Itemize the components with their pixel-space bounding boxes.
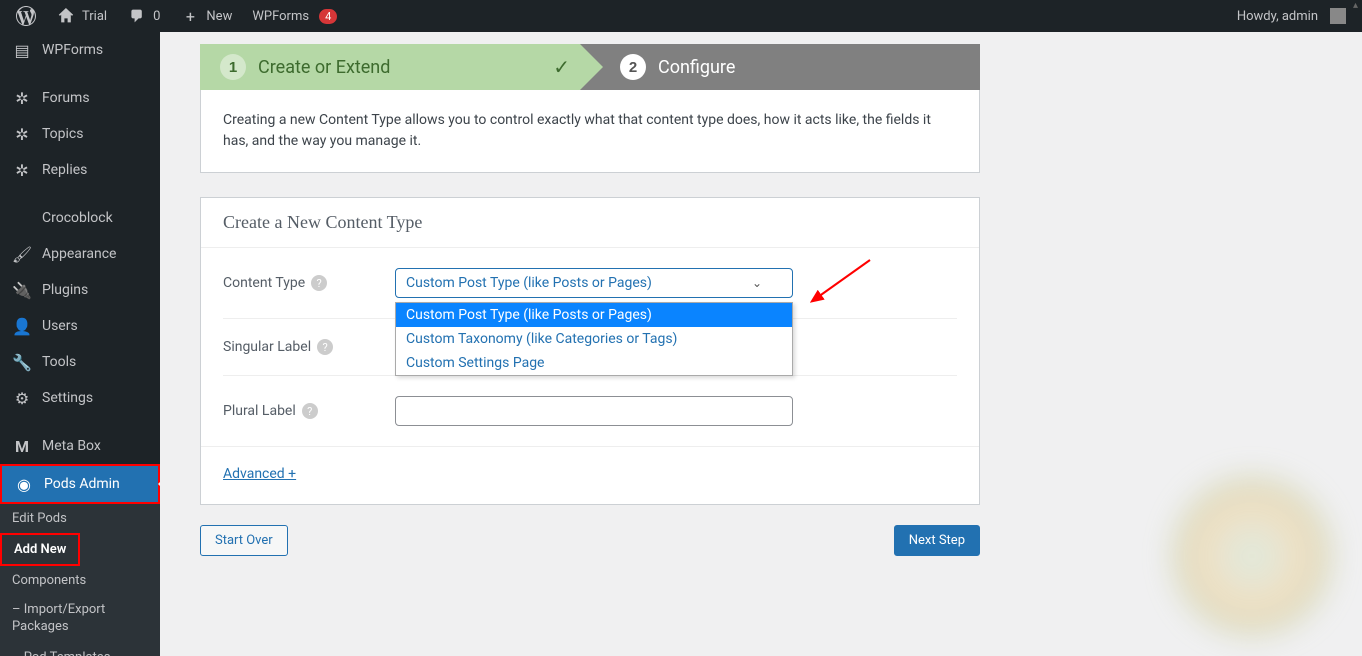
site-title: Trial [82, 9, 107, 24]
sidebar-item-metabox[interactable]: M Meta Box [0, 428, 160, 464]
sidebar-label: Users [42, 318, 78, 334]
sidebar-item-users[interactable]: 👤 Users [0, 308, 160, 344]
sidebar-label: Forums [42, 90, 90, 106]
plural-label-input[interactable] [395, 396, 793, 426]
sidebar-label: Tools [42, 354, 76, 370]
submenu-import-export[interactable]: – Import/Export Packages [0, 595, 160, 643]
comment-icon [127, 6, 147, 26]
sidebar-item-wpforms[interactable]: ▤ WPForms [0, 32, 160, 68]
new-content-link[interactable]: + New [172, 0, 240, 32]
action-row: Start Over Next Step [200, 525, 980, 556]
metabox-icon: M [12, 436, 32, 456]
wizard-stepper: 1 Create or Extend ✓ 2 Configure [200, 44, 980, 90]
step-configure: 2 Configure [580, 44, 980, 90]
dropdown-option[interactable]: Custom Taxonomy (like Categories or Tags… [396, 327, 792, 351]
help-icon[interactable]: ? [317, 339, 333, 355]
card-title: Create a New Content Type [201, 198, 979, 248]
step-label: Create or Extend [258, 57, 390, 78]
wpforms-badge: 4 [319, 9, 337, 24]
sidebar-label: WPForms [42, 42, 103, 58]
sidebar-item-crocoblock[interactable]: Crocoblock [0, 200, 160, 236]
account-link[interactable]: Howdy, admin [1229, 0, 1354, 32]
plus-icon: + [180, 6, 200, 26]
form-icon: ▤ [12, 40, 32, 60]
selected-value: Custom Post Type (like Posts or Pages) [406, 275, 652, 291]
sidebar-item-replies[interactable]: ✲ Replies [0, 152, 160, 188]
dropdown-option[interactable]: Custom Post Type (like Posts or Pages) [396, 303, 792, 327]
start-over-button[interactable]: Start Over [200, 525, 288, 556]
plural-label-row: Plural Label ? [223, 376, 957, 446]
greeting-text: Howdy, admin [1237, 9, 1318, 24]
replies-icon: ✲ [12, 160, 32, 180]
sidebar-label: Appearance [42, 246, 116, 262]
user-icon: 👤 [12, 316, 32, 336]
site-link[interactable]: Trial [48, 0, 115, 32]
sidebar-item-settings[interactable]: ⚙ Settings [0, 380, 160, 416]
content-type-row: Content Type ? Custom Post Type (like Po… [223, 248, 957, 319]
plugin-icon: 🔌 [12, 280, 32, 300]
pods-icon: ◉ [14, 474, 34, 494]
submenu-add-new[interactable]: Add New [2, 535, 78, 564]
comments-count: 0 [153, 9, 160, 24]
advanced-toggle[interactable]: Advanced + [223, 466, 296, 482]
home-icon [56, 6, 76, 26]
new-label: New [206, 9, 232, 24]
next-step-button[interactable]: Next Step [894, 525, 980, 556]
blank-icon [12, 208, 32, 228]
sidebar-label: Topics [42, 126, 83, 142]
sidebar-item-appearance[interactable]: 🖌 Appearance [0, 236, 160, 272]
forums-icon: ✲ [12, 88, 32, 108]
dropdown-option[interactable]: Custom Settings Page [396, 351, 792, 375]
sidebar-label: Plugins [42, 282, 88, 298]
submenu-edit-pods[interactable]: Edit Pods [0, 504, 160, 533]
submenu-components[interactable]: Components [0, 566, 160, 595]
step-create-extend[interactable]: 1 Create or Extend ✓ [200, 44, 580, 90]
sidebar-item-pods-admin[interactable]: ◉ Pods Admin [2, 466, 158, 502]
sliders-icon: ⚙ [12, 388, 32, 408]
wpforms-link[interactable]: WPForms 4 [244, 0, 345, 32]
admin-bar: Trial 0 + New WPForms 4 Howdy, admin [0, 0, 1362, 32]
content-type-select[interactable]: Custom Post Type (like Posts or Pages) ⌄ [395, 268, 793, 298]
scrollbar[interactable] [1346, 0, 1360, 656]
sidebar-item-topics[interactable]: ✲ Topics [0, 116, 160, 152]
content-type-dropdown: Custom Post Type (like Posts or Pages) C… [395, 302, 793, 376]
wp-logo[interactable] [8, 0, 44, 32]
admin-sidebar: ▤ WPForms ✲ Forums ✲ Topics ✲ Replies Cr… [0, 32, 160, 656]
topics-icon: ✲ [12, 124, 32, 144]
help-icon[interactable]: ? [311, 275, 327, 291]
wrench-icon: 🔧 [12, 352, 32, 372]
singular-label-label: Singular Label ? [223, 339, 395, 355]
avatar [1330, 8, 1346, 24]
sidebar-label: Replies [42, 162, 87, 178]
sidebar-label: Settings [42, 390, 93, 406]
step-label: Configure [658, 57, 735, 78]
sidebar-label: Meta Box [42, 438, 101, 454]
create-content-type-card: Create a New Content Type Content Type ?… [200, 197, 980, 505]
check-icon: ✓ [553, 55, 570, 79]
submenu-pod-templates[interactable]: – Pod Templates [0, 643, 160, 656]
chevron-down-icon: ⌄ [752, 276, 762, 290]
wordpress-icon [16, 6, 36, 26]
sidebar-item-plugins[interactable]: 🔌 Plugins [0, 272, 160, 308]
sidebar-label: Pods Admin [44, 476, 120, 492]
plural-label-label: Plural Label ? [223, 403, 395, 419]
sidebar-item-tools[interactable]: 🔧 Tools [0, 344, 160, 380]
wpforms-label: WPForms [252, 9, 309, 24]
sidebar-label: Crocoblock [42, 210, 113, 226]
step-number: 2 [620, 54, 646, 80]
brush-icon: 🖌 [12, 244, 32, 264]
sidebar-item-forums[interactable]: ✲ Forums [0, 80, 160, 116]
step-number: 1 [220, 54, 246, 80]
description-text: Creating a new Content Type allows you t… [200, 90, 980, 173]
content-type-label: Content Type ? [223, 275, 395, 291]
comments-link[interactable]: 0 [119, 0, 168, 32]
help-icon[interactable]: ? [302, 403, 318, 419]
main-content: 1 Create or Extend ✓ 2 Configure Creatin… [160, 32, 1362, 656]
pods-submenu: Edit Pods Add New Components – Import/Ex… [0, 504, 160, 656]
